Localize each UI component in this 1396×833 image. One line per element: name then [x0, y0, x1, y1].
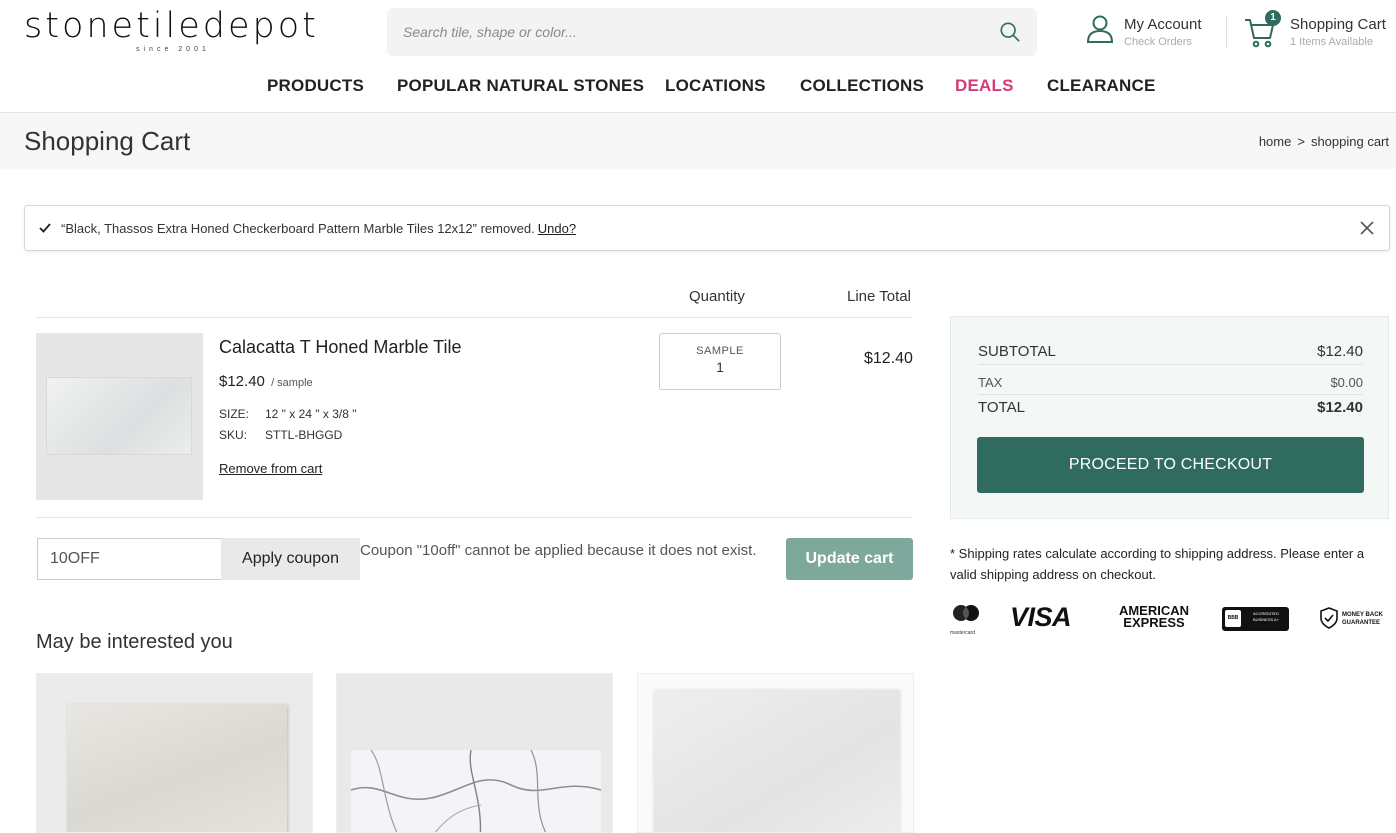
quantity-label: SAMPLE: [696, 345, 744, 357]
line-total-value: $12.40: [864, 350, 913, 367]
product-price: $12.40 / sample: [219, 373, 313, 390]
my-account-link[interactable]: My Account Check Orders: [1086, 14, 1216, 52]
breadcrumb: home > shopping cart: [1259, 134, 1389, 149]
interested-section-title: May be interested you: [36, 631, 233, 653]
suggested-product-card[interactable]: [36, 673, 313, 833]
column-header-line-total: Line Total: [847, 288, 911, 305]
check-icon: [39, 223, 51, 233]
cart-notice: “Black, Thassos Extra Honed Checkerboard…: [24, 205, 1390, 251]
product-image[interactable]: [36, 333, 203, 500]
cart-title: Shopping Cart: [1290, 16, 1386, 33]
product-price-unit: / sample: [271, 377, 313, 389]
shopping-cart-link[interactable]: 1 Shopping Cart 1 Items Available: [1243, 10, 1393, 50]
site-logo[interactable]: stonetiledepot since 2001: [24, 6, 334, 54]
column-header-quantity: Quantity: [689, 288, 745, 305]
nav-products[interactable]: PRODUCTS: [267, 76, 364, 96]
search-icon[interactable]: [999, 21, 1021, 43]
mastercard-icon: [953, 605, 979, 621]
subtotal-label: SUBTOTAL: [978, 343, 1056, 360]
user-icon: [1086, 15, 1114, 43]
bbb-seal-icon: BBB: [1225, 610, 1241, 627]
mastercard-text: mastercard: [950, 630, 976, 636]
search-input[interactable]: [387, 8, 987, 56]
subtotal-value: $12.40: [1317, 343, 1363, 360]
money-back-text: MONEY BACK GUARANTEE: [1342, 611, 1383, 627]
sku-value: STTL-BHGGD: [265, 428, 343, 442]
suggested-product-image: [67, 704, 287, 832]
payment-logos: mastercard VISA AMERICAN EXPRESS BBB ACC…: [950, 602, 1390, 636]
page-title: Shopping Cart: [24, 126, 191, 156]
money-back-line-1: MONEY BACK: [1342, 612, 1383, 618]
logo-tagline: since 2001: [136, 46, 210, 53]
account-subtitle: Check Orders: [1124, 36, 1192, 48]
order-summary: SUBTOTAL $12.40 TAX $0.00 TOTAL $12.40 P…: [950, 316, 1389, 519]
notice-message: “Black, Thassos Extra Honed Checkerboard…: [61, 221, 576, 236]
update-cart-button[interactable]: Update cart: [786, 538, 913, 580]
notice-text: “Black, Thassos Extra Honed Checkerboard…: [61, 221, 535, 236]
nav-deals[interactable]: DEALS: [955, 76, 1014, 96]
remove-from-cart-link[interactable]: Remove from cart: [219, 461, 322, 476]
tax-label: TAX: [978, 375, 1003, 390]
main-nav: PRODUCTS POPULAR NATURAL STONES LOCATION…: [0, 76, 1396, 100]
apply-coupon-button[interactable]: Apply coupon: [221, 538, 360, 580]
money-back-line-2: GUARANTEE: [1342, 620, 1381, 626]
tax-value: $0.00: [1330, 375, 1363, 390]
nav-popular-natural-stones[interactable]: POPULAR NATURAL STONES: [397, 76, 644, 96]
nav-collections[interactable]: COLLECTIONS: [800, 76, 924, 96]
breadcrumb-current: shopping cart: [1310, 134, 1389, 149]
quantity-field[interactable]: SAMPLE 1: [659, 333, 781, 390]
amex-logo: AMERICAN EXPRESS: [1114, 604, 1194, 630]
bbb-text: ACCREDITED BUSINESS A+: [1252, 611, 1280, 622]
mastercard-logo: mastercard: [950, 604, 982, 636]
nav-locations[interactable]: LOCATIONS: [665, 76, 766, 96]
breadcrumb-separator: >: [1297, 134, 1305, 149]
coupon-code-input[interactable]: [37, 538, 222, 580]
quantity-value: 1: [716, 359, 724, 375]
header-divider: [1226, 16, 1227, 48]
visa-logo: VISA: [1010, 602, 1072, 632]
breadcrumb-home[interactable]: home: [1259, 134, 1292, 149]
suggested-product-card[interactable]: [637, 673, 914, 833]
product-name[interactable]: Calacatta T Honed Marble Tile: [219, 337, 461, 358]
size-value: 12 " x 24 " x 3/8 ": [265, 407, 357, 421]
item-divider: [36, 517, 913, 518]
close-icon[interactable]: [1359, 220, 1375, 236]
account-title: My Account: [1124, 16, 1202, 33]
nav-clearance[interactable]: CLEARANCE: [1047, 76, 1156, 96]
site-header: stonetiledepot since 2001 My Account Che…: [0, 0, 1396, 113]
total-row: TOTAL $12.40: [978, 399, 1363, 421]
page-title-bar: Shopping Cart home > shopping cart: [0, 113, 1396, 169]
shield-check-icon: [1320, 607, 1338, 629]
proceed-to-checkout-button[interactable]: PROCEED TO CHECKOUT: [977, 437, 1364, 493]
search-bar: [387, 8, 1037, 56]
amex-line-2: EXPRESS: [1123, 615, 1185, 630]
cart-subtitle: 1 Items Available: [1290, 36, 1373, 48]
money-back-guarantee-logo: MONEY BACK GUARANTEE: [1320, 607, 1390, 633]
total-label: TOTAL: [978, 399, 1025, 416]
suggested-product-card[interactable]: [336, 673, 613, 833]
logo-text: stonetiledepot: [24, 6, 319, 46]
tax-row: TAX $0.00: [978, 375, 1363, 395]
cart-count-badge: 1: [1265, 10, 1281, 26]
size-label: SIZE:: [219, 407, 250, 421]
bbb-accredited-logo: BBB ACCREDITED BUSINESS A+: [1222, 607, 1289, 631]
table-header-divider: [36, 317, 913, 318]
total-value: $12.40: [1317, 399, 1363, 416]
subtotal-row: SUBTOTAL $12.40: [978, 343, 1363, 365]
product-price-value: $12.40: [219, 373, 265, 390]
product-tile-graphic: [46, 377, 192, 455]
coupon-error-message: Coupon "10off" cannot be applied because…: [360, 542, 757, 559]
suggested-product-image: [654, 690, 900, 832]
sku-label: SKU:: [219, 428, 248, 442]
shipping-note: * Shipping rates calculate according to …: [950, 546, 1365, 582]
undo-link[interactable]: Undo?: [538, 221, 576, 236]
